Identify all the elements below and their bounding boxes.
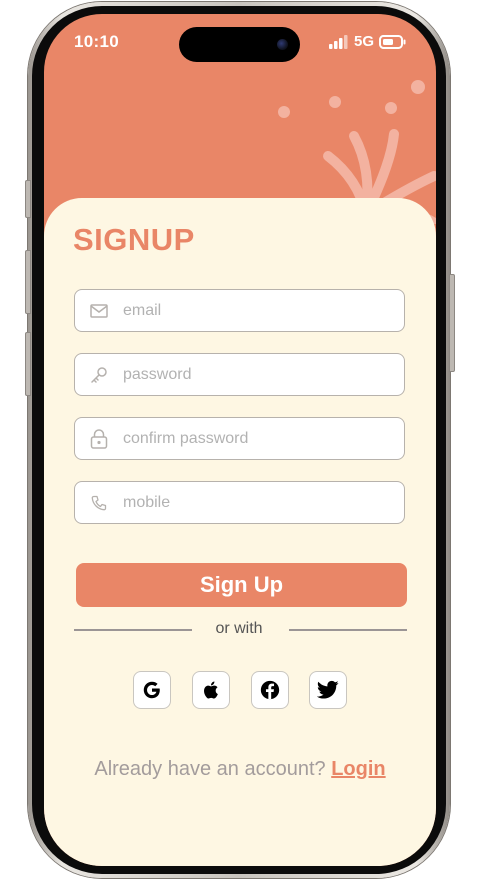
mobile-input[interactable] bbox=[123, 482, 404, 523]
page-title: SIGNUP bbox=[73, 222, 195, 257]
twitter-icon bbox=[317, 680, 339, 699]
confirm-password-field[interactable] bbox=[74, 417, 405, 460]
divider-left bbox=[74, 629, 192, 631]
signal-icon bbox=[328, 34, 348, 49]
or-with-label: or with bbox=[215, 620, 263, 637]
front-camera bbox=[277, 39, 288, 50]
google-icon bbox=[143, 681, 160, 699]
facebook-icon bbox=[260, 680, 280, 700]
apple-icon bbox=[204, 681, 218, 699]
network-label: 5G bbox=[353, 33, 374, 50]
battery-icon bbox=[379, 34, 406, 49]
confirm-password-input[interactable] bbox=[123, 418, 404, 459]
dynamic-island bbox=[179, 27, 300, 62]
lock-icon bbox=[75, 418, 123, 459]
login-prompt-text: Already have an account? bbox=[94, 758, 326, 780]
facebook-login-button[interactable] bbox=[251, 671, 289, 709]
password-field[interactable] bbox=[74, 353, 405, 396]
phone-icon bbox=[75, 482, 123, 523]
mail-icon bbox=[75, 290, 123, 331]
sign-up-button[interactable]: Sign Up bbox=[76, 563, 407, 607]
mobile-field[interactable] bbox=[74, 481, 405, 524]
power-button bbox=[449, 274, 455, 372]
twitter-login-button[interactable] bbox=[309, 671, 347, 709]
key-icon bbox=[75, 354, 123, 395]
password-input[interactable] bbox=[123, 354, 404, 395]
apple-login-button[interactable] bbox=[192, 671, 230, 709]
status-time: 10:10 bbox=[74, 32, 119, 51]
status-indicators: 5G bbox=[328, 33, 406, 50]
login-prompt: Already have an account? Login bbox=[44, 758, 436, 781]
volume-up-button bbox=[25, 250, 31, 314]
email-input[interactable] bbox=[123, 290, 404, 331]
action-button bbox=[25, 180, 31, 218]
divider-right bbox=[289, 629, 407, 631]
phone-screen: 10:10 5G SIGNUP email mobile Sign Up or … bbox=[44, 14, 436, 866]
email-field[interactable] bbox=[74, 289, 405, 332]
login-link[interactable]: Login bbox=[331, 758, 385, 780]
volume-down-button bbox=[25, 332, 31, 396]
google-login-button[interactable] bbox=[133, 671, 171, 709]
